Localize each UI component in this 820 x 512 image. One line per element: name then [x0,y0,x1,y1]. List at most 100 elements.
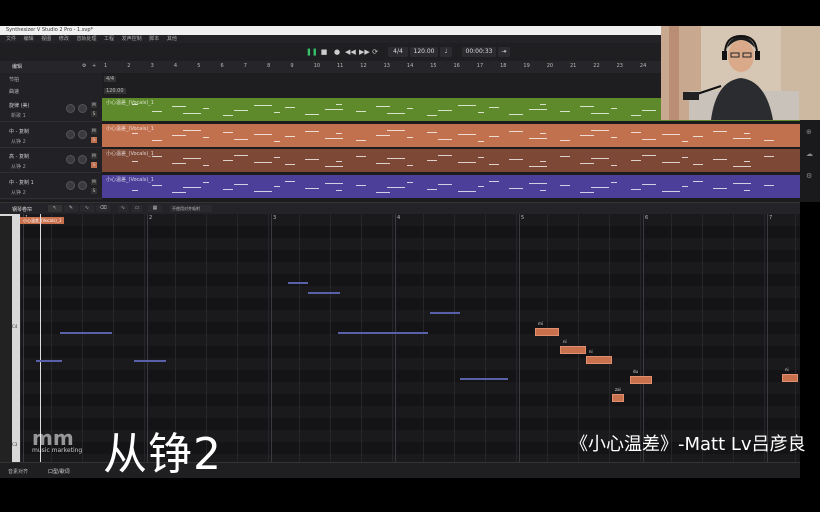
reference-note[interactable] [430,312,460,314]
meta-value-tempo[interactable]: 120.00 [104,88,126,94]
reference-note[interactable] [60,332,112,334]
bar-line [23,214,24,462]
clip-note-preview [305,114,319,115]
settings-icon[interactable]: ⚙ [82,63,86,69]
forward-icon[interactable]: ▶▶ [359,48,370,56]
pen-tool-icon[interactable]: ✎ [64,205,78,212]
pointer-tool-icon[interactable]: ↖ [48,205,62,212]
pause-icon[interactable]: ❚❚ [306,48,318,56]
tempo-field[interactable]: 120.00 [410,47,438,57]
clip-note-preview [560,139,570,141]
vocal-note[interactable] [535,328,559,336]
beat-line [268,214,269,462]
ruler-bar-number: 16 [453,63,460,69]
clip-note-preview [356,184,366,186]
properties-icon[interactable]: ⊕ [806,128,812,136]
clip-note-preview [580,163,594,164]
pitch-row [20,298,800,310]
clip-label: 小心温差_(Vocals)_1 [106,176,154,183]
vocal-note[interactable] [560,346,586,354]
pitch-row [20,250,800,262]
playhead[interactable] [40,214,41,462]
reference-note[interactable] [288,282,308,284]
menu-item-script[interactable]: 脚本 [149,36,159,42]
meta-value-beat[interactable]: 4/4 [104,76,117,82]
menu-item-modify[interactable]: 修改 [59,36,69,42]
clip-note-preview [305,187,319,189]
reference-note[interactable] [460,378,508,380]
piano-keys[interactable]: C4 C3 [0,214,20,462]
grid-icon[interactable]: ▦ [148,205,162,212]
snap-dropdown[interactable]: 不使用对齐吸附 [170,205,212,212]
beat-line [423,214,424,462]
note-lyric: zai [615,387,621,392]
clip-note-preview [407,165,413,166]
menu-item-edit[interactable]: 编辑 [24,36,34,42]
beat-line [392,214,393,462]
jump-icon[interactable]: ⇥ [498,47,510,57]
webcam-overlay [661,26,820,120]
clip-note-preview [478,140,484,142]
vocal-note[interactable] [586,356,612,364]
clip-note-preview [458,162,476,163]
record-icon[interactable]: ● [333,48,341,56]
clip-note-preview [713,159,727,160]
reference-note[interactable] [134,360,166,362]
menu-item-track[interactable]: 音轨处理 [76,36,96,42]
clip-note-preview [764,139,774,141]
time-signature[interactable]: 4/4 [388,47,408,57]
view-icon[interactable]: ▭ [132,205,142,212]
ruler-bar-number: 18 [500,63,507,69]
note-lyric: ni [785,367,789,372]
stop-icon[interactable]: ■ [320,48,328,56]
clip-note-preview [203,165,209,166]
library-icon[interactable]: ☁ [806,150,813,158]
erase-tool-icon[interactable]: ⌫ [96,205,110,212]
clip-note-preview [325,166,343,167]
menu-item-voice[interactable]: 发声控制 [122,36,142,42]
clip-note-preview [305,130,319,132]
track-clip[interactable]: 小心温差_(Vocals)_1 [102,123,800,147]
track-clip[interactable]: 小心温差_(Vocals)_1 [102,174,800,198]
clip-note-preview [274,185,280,187]
clip-note-preview [285,135,295,137]
menu-item-file[interactable]: 文件 [6,36,16,42]
pitch-icon[interactable]: ∿ [118,205,128,212]
clip-note-preview [509,114,523,115]
gear-icon[interactable]: ⚙ [806,172,812,180]
clip-note-preview [172,134,186,136]
clip-note-preview [509,159,523,160]
vocal-note[interactable] [630,376,652,384]
loop-icon[interactable]: ⟳ [371,48,379,56]
clip-note-preview [387,158,405,159]
tab-mouth-lyrics[interactable]: 口型/歌词 [48,468,70,475]
note-lyric: ni [589,349,593,354]
clip-note-preview [274,112,280,113]
clip-note-preview [376,163,390,164]
add-track-icon[interactable]: + [92,63,96,69]
clip-tag[interactable]: 小心温差_(Vocals)_1 [20,217,65,224]
vocal-note[interactable] [612,394,624,402]
ruler-bar-number: 17 [476,63,484,69]
menu-item-project[interactable]: 工程 [104,36,114,42]
rewind-icon[interactable]: ◀◀ [345,48,356,56]
clip-note-preview [387,186,405,188]
menu-item-other[interactable]: 其他 [167,36,177,42]
menu-item-view[interactable]: 视图 [41,36,51,42]
bar-number: 7 [769,215,773,221]
note-lyric: du [633,369,639,374]
tab-phoneme-align[interactable]: 音素对齐 [8,468,28,475]
reference-note[interactable] [308,292,340,294]
track-clip[interactable]: 小心温差_(Vocals)_1 [102,149,800,172]
clip-note-preview [203,108,209,109]
curve-tool-icon[interactable]: ∿ [80,205,94,212]
vocal-note[interactable] [782,374,798,382]
reference-note[interactable] [36,360,62,362]
clip-note-preview [438,155,452,156]
note-lyric: mi [538,321,544,326]
clip-note-preview [642,110,656,111]
metronome-icon[interactable]: ♩ [440,47,452,57]
clip-note-preview [203,136,209,138]
clip-note-preview [733,166,751,167]
reference-note[interactable] [338,332,428,334]
